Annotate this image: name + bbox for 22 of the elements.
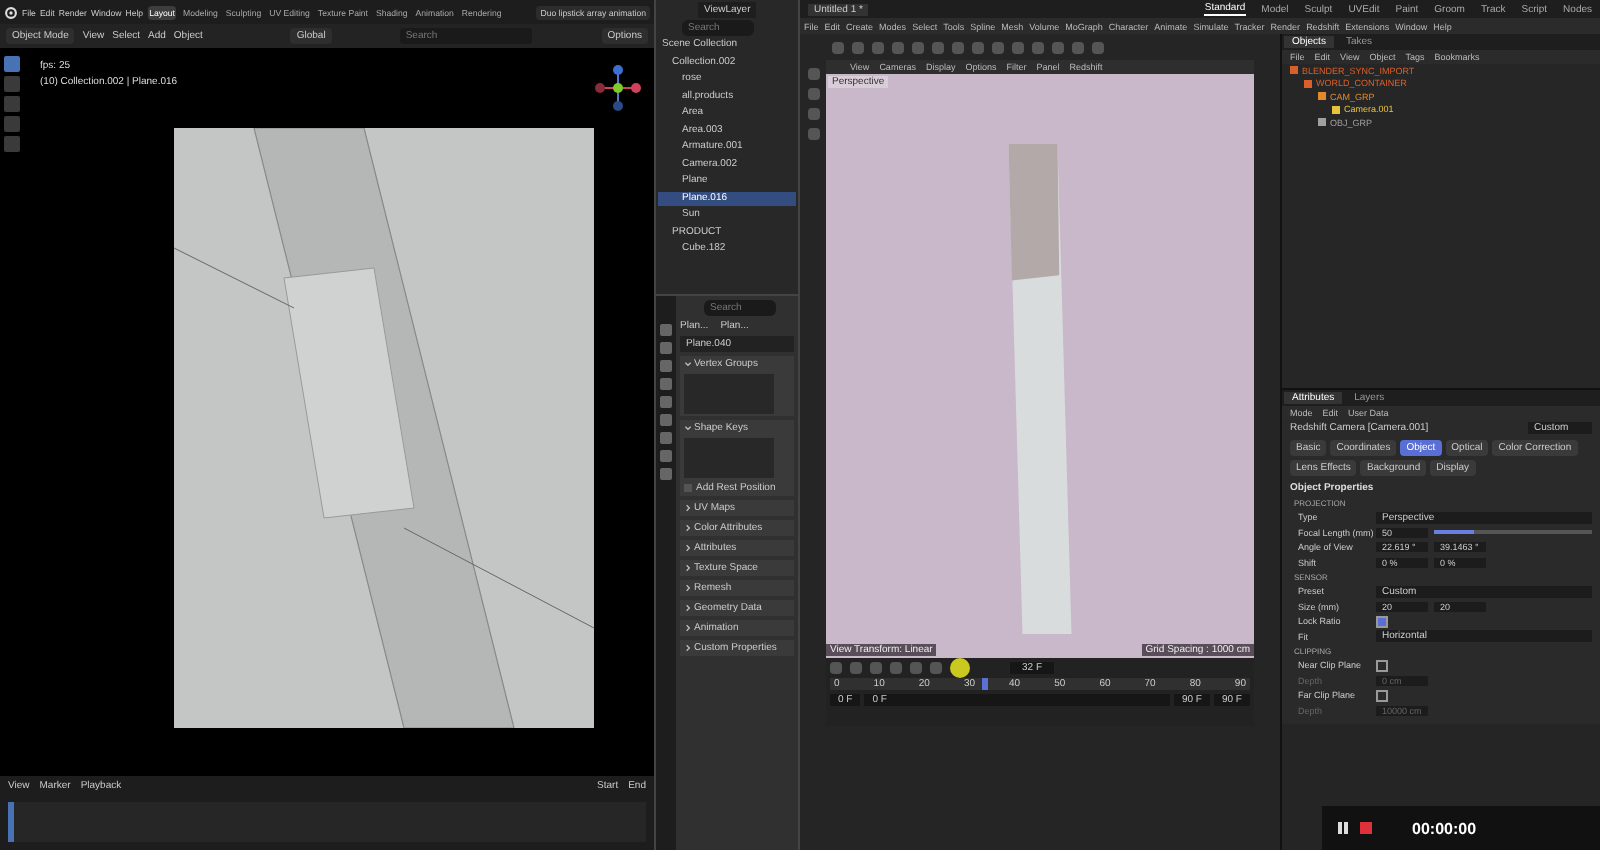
- axis-gizmo-icon[interactable]: [594, 64, 642, 112]
- blender-logo-icon[interactable]: [4, 5, 18, 19]
- playhead[interactable]: [981, 678, 988, 690]
- checkbox[interactable]: [1376, 615, 1388, 628]
- pause-icon[interactable]: [1338, 822, 1348, 834]
- chevron-icon[interactable]: [684, 424, 692, 432]
- chevron-icon[interactable]: [684, 504, 692, 512]
- cursor-highlight: [950, 658, 970, 678]
- recording-time: 00:00:00: [1412, 819, 1477, 837]
- checkbox[interactable]: [1376, 689, 1388, 702]
- chevron-icon[interactable]: [684, 360, 692, 368]
- slider-track[interactable]: [1434, 530, 1592, 535]
- chevron-icon[interactable]: [684, 624, 692, 632]
- slider-fill[interactable]: [1434, 530, 1474, 535]
- chevron-icon[interactable]: [684, 564, 692, 572]
- chevron-icon[interactable]: [684, 584, 692, 592]
- checkbox[interactable]: [1376, 659, 1388, 672]
- chevron-icon[interactable]: [684, 524, 692, 532]
- chevron-icon[interactable]: [684, 604, 692, 612]
- chevron-icon[interactable]: [684, 644, 692, 652]
- chevron-icon[interactable]: [684, 544, 692, 552]
- timeline-track[interactable]: [8, 802, 646, 842]
